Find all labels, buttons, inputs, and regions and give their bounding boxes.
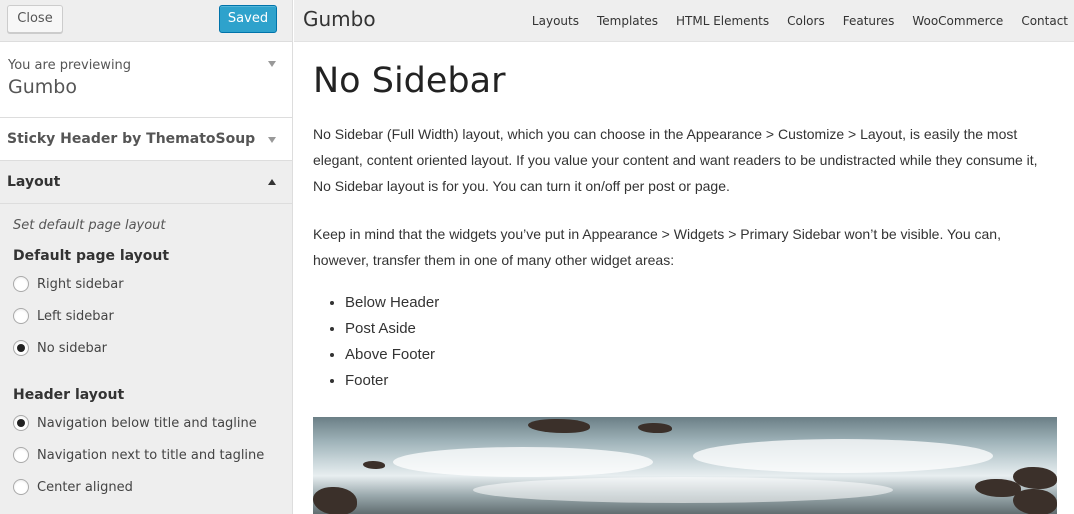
rock-shape xyxy=(1013,489,1057,514)
nav-item-contact[interactable]: Contact xyxy=(1021,14,1068,28)
chevron-down-icon[interactable] xyxy=(268,61,276,67)
radio-center-aligned[interactable]: Center aligned xyxy=(13,471,279,503)
header-layout-title: Header layout xyxy=(13,387,125,403)
page-content: No Sidebar No Sidebar (Full Width) layou… xyxy=(294,61,1074,514)
nav-item-features[interactable]: Features xyxy=(843,14,895,28)
list-item: Above Footer xyxy=(345,342,1057,368)
radio-left-sidebar[interactable]: Left sidebar xyxy=(13,300,279,332)
nav-item-woocommerce[interactable]: WooCommerce xyxy=(912,14,1003,28)
radio-nav-next-to-title[interactable]: Navigation next to title and tagline xyxy=(13,439,279,471)
previewing-label: You are previewing xyxy=(8,58,132,73)
list-item: Below Header xyxy=(345,290,1057,316)
radio-label: Navigation next to title and tagline xyxy=(37,447,265,463)
site-title[interactable]: Gumbo xyxy=(303,7,376,31)
radio-right-sidebar[interactable]: Right sidebar xyxy=(13,268,279,300)
rock-shape xyxy=(363,461,385,469)
radio-button[interactable] xyxy=(13,308,29,324)
radio-button-checked[interactable] xyxy=(13,415,29,431)
chevron-up-icon xyxy=(268,179,276,185)
theme-name: Gumbo xyxy=(8,76,77,98)
customizer-panel: Close Saved You are previewing Gumbo Sti… xyxy=(0,0,293,514)
widget-area-list: Below Header Post Aside Above Footer Foo… xyxy=(313,290,1057,394)
preview-info[interactable]: You are previewing Gumbo xyxy=(0,42,292,118)
radio-button[interactable] xyxy=(13,479,29,495)
list-item: Footer xyxy=(345,368,1057,394)
rock-shape xyxy=(638,423,672,433)
customizer-topbar: Close Saved xyxy=(0,0,292,42)
site-nav: Layouts Templates HTML Elements Colors F… xyxy=(532,0,1068,42)
radio-button[interactable] xyxy=(13,276,29,292)
radio-button-checked[interactable] xyxy=(13,340,29,356)
section-title: Layout xyxy=(7,174,61,190)
radio-label: No sidebar xyxy=(37,340,108,356)
saved-button[interactable]: Saved xyxy=(219,5,277,33)
default-layout-title: Default page layout xyxy=(13,248,170,264)
close-button[interactable]: Close xyxy=(7,5,63,33)
rock-shape xyxy=(313,487,357,514)
section-sticky-header[interactable]: Sticky Header by ThematoSoup xyxy=(0,118,292,161)
nav-item-layouts[interactable]: Layouts xyxy=(532,14,579,28)
paragraph: No Sidebar (Full Width) layout, which yo… xyxy=(313,126,1038,194)
radio-label: Navigation below title and tagline xyxy=(37,415,257,431)
layout-section-body: Set default page layout Default page lay… xyxy=(0,204,292,503)
radio-label: Left sidebar xyxy=(37,308,114,324)
foam-shape xyxy=(693,439,993,473)
radio-button[interactable] xyxy=(13,447,29,463)
paragraph: Keep in mind that the widgets you’ve put… xyxy=(313,226,1001,268)
section-layout[interactable]: Layout xyxy=(0,161,292,204)
nav-item-templates[interactable]: Templates xyxy=(597,14,658,28)
layout-description: Set default page layout xyxy=(13,218,166,233)
list-item: Post Aside xyxy=(345,316,1057,342)
radio-label: Right sidebar xyxy=(37,276,124,292)
site-preview: Gumbo Layouts Templates HTML Elements Co… xyxy=(294,0,1074,514)
nav-item-colors[interactable]: Colors xyxy=(787,14,825,28)
radio-label: Center aligned xyxy=(37,479,133,495)
foam-shape xyxy=(473,477,893,503)
site-header: Gumbo Layouts Templates HTML Elements Co… xyxy=(294,0,1074,42)
chevron-down-icon xyxy=(268,137,276,143)
nav-item-html-elements[interactable]: HTML Elements xyxy=(676,14,769,28)
foam-shape xyxy=(393,447,653,477)
radio-no-sidebar[interactable]: No sidebar xyxy=(13,332,279,364)
page-title: No Sidebar xyxy=(313,61,506,101)
hero-image xyxy=(313,417,1057,514)
section-title: Sticky Header by ThematoSoup xyxy=(7,131,256,147)
rock-shape xyxy=(528,419,590,433)
radio-nav-below-title[interactable]: Navigation below title and tagline xyxy=(13,407,279,439)
